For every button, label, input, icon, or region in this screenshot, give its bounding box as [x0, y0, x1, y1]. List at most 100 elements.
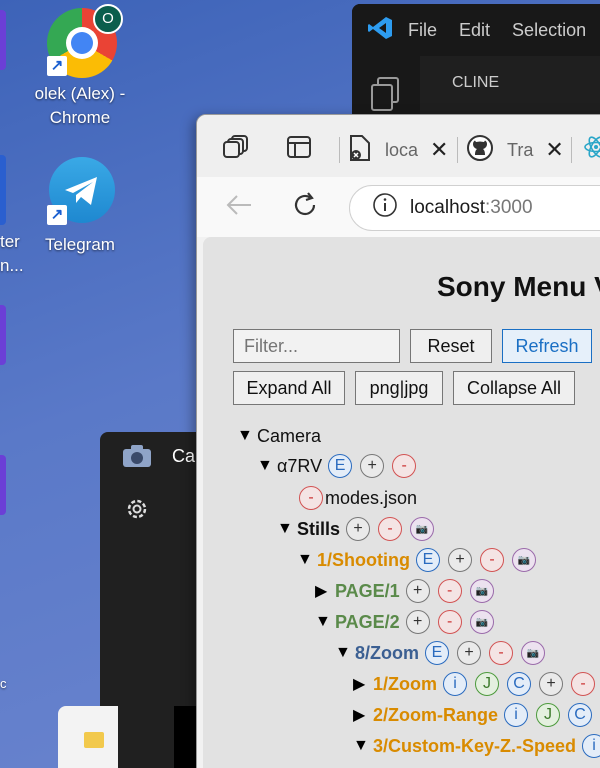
address-input[interactable]: localhost:3000	[349, 185, 600, 231]
edit-badge[interactable]: E	[416, 548, 440, 572]
desktop-icon-label: Telegram	[45, 235, 115, 254]
expanded-triangle-icon[interactable]: ▼	[257, 457, 277, 475]
json-badge[interactable]: J	[536, 703, 561, 727]
camera-icon[interactable]: 📷	[521, 641, 546, 665]
chrome-icon: O ↗	[43, 4, 123, 78]
folder-icon	[84, 732, 104, 748]
remove-button[interactable]: -	[378, 517, 403, 541]
tab-separator	[339, 137, 340, 163]
tree-node-label: 3/Custom-Key-Z.-Speed	[373, 735, 577, 756]
camera-icon[interactable]: 📷	[410, 517, 435, 541]
tree-node-shooting[interactable]: ▼ 1/Shooting E + - 📷	[297, 545, 544, 575]
refresh-icon[interactable]	[291, 191, 319, 224]
workspaces-icon[interactable]	[223, 135, 249, 164]
expanded-triangle-icon[interactable]: ▼	[237, 427, 257, 445]
reset-button[interactable]: Reset	[410, 329, 492, 363]
menu-selection[interactable]: Selection	[512, 20, 586, 41]
remove-button[interactable]: -	[392, 454, 417, 478]
c-badge[interactable]: C	[507, 672, 532, 696]
filter-input[interactable]	[233, 329, 400, 363]
tree-node-label: PAGE/2	[335, 611, 400, 632]
info-badge[interactable]: i	[582, 734, 600, 758]
tree-node-page1[interactable]: ▶ PAGE/1 + - 📷	[315, 576, 502, 606]
collapsed-triangle-icon[interactable]: ▶	[353, 674, 373, 694]
info-badge[interactable]: i	[504, 703, 529, 727]
address-host: localhost	[410, 197, 485, 218]
tab-localhost[interactable]: loca ✕	[349, 129, 448, 171]
add-button[interactable]: +	[360, 454, 385, 478]
add-button[interactable]: +	[457, 641, 482, 665]
edit-badge[interactable]: E	[328, 454, 353, 478]
expanded-triangle-icon[interactable]: ▼	[297, 551, 317, 569]
desktop-app-icon-strip[interactable]	[0, 10, 6, 70]
close-icon[interactable]: ✕	[545, 137, 563, 163]
tree-node-custom-key[interactable]: ▼ 3/Custom-Key-Z.-Speed i	[353, 731, 600, 761]
tab-github[interactable]: Tra ✕	[467, 129, 564, 171]
remove-button[interactable]: -	[571, 672, 596, 696]
camera-icon[interactable]: 📷	[469, 579, 494, 603]
remove-button[interactable]: -	[299, 486, 323, 510]
info-icon[interactable]	[372, 192, 398, 224]
expand-all-button[interactable]: Expand All	[233, 371, 345, 405]
expanded-triangle-icon[interactable]: ▼	[315, 613, 335, 631]
tree-node-page2[interactable]: ▼ PAGE/2 + - 📷	[315, 607, 502, 637]
tree-node-zoom-range[interactable]: ▶ 2/Zoom-Range i J C	[353, 700, 600, 730]
add-button[interactable]: +	[405, 579, 430, 603]
camera-icon[interactable]: 📷	[512, 548, 536, 572]
desktop-icon-chrome[interactable]: O ↗ olek (Alex) - Chrome	[30, 4, 130, 130]
back-arrow-icon[interactable]	[225, 193, 253, 222]
browser-window[interactable]: loca ✕ Tra ✕ localhost:3000 Sony Menu V…	[196, 114, 600, 768]
menu-edit[interactable]: Edit	[459, 20, 490, 41]
expanded-triangle-icon[interactable]: ▼	[277, 520, 297, 538]
react-icon[interactable]	[583, 135, 600, 164]
expanded-triangle-icon[interactable]: ▼	[335, 644, 355, 662]
menu-file[interactable]: File	[408, 20, 437, 41]
tab-title: loca	[385, 139, 419, 160]
tree-node-stills[interactable]: ▼ Stills + - 📷	[277, 514, 442, 544]
tab-actions-icon[interactable]	[287, 135, 311, 164]
desktop-label-fragment: ter	[0, 232, 20, 251]
collapse-all-button[interactable]: Collapse All	[453, 371, 575, 405]
explorer-files-icon[interactable]	[370, 76, 402, 117]
add-button[interactable]: +	[405, 610, 430, 634]
info-badge[interactable]: i	[443, 672, 468, 696]
format-toggle-button[interactable]: png|jpg	[355, 371, 443, 405]
tab-title: Tra	[507, 139, 534, 160]
add-button[interactable]: +	[448, 548, 472, 572]
tree-node-label: Stills	[297, 518, 341, 539]
json-badge[interactable]: J	[475, 672, 500, 696]
collapsed-triangle-icon[interactable]: ▶	[315, 581, 335, 601]
collapsed-triangle-icon[interactable]: ▶	[353, 705, 373, 725]
tab-separator	[571, 137, 572, 163]
tree-node-label: PAGE/1	[335, 580, 400, 601]
tree-node-label: 2/Zoom-Range	[373, 704, 499, 725]
desktop-icon-telegram[interactable]: ↗ Telegram	[30, 155, 130, 257]
desktop-app-icon-strip[interactable]	[0, 155, 6, 225]
refresh-button[interactable]: Refresh	[502, 329, 592, 363]
remove-button[interactable]: -	[437, 610, 462, 634]
tree-node-camera[interactable]: ▼ Camera	[237, 421, 327, 451]
add-button[interactable]: +	[346, 517, 371, 541]
tree-node-label: modes.json	[325, 487, 418, 508]
tree-node-zoom-group[interactable]: ▼ 8/Zoom E + - 📷	[335, 638, 553, 668]
tree-node-model[interactable]: ▼ α7RV E + -	[257, 451, 424, 481]
tree-node-label: 1/Zoom	[373, 673, 438, 694]
gear-icon[interactable]	[124, 496, 150, 527]
remove-button[interactable]: -	[437, 579, 462, 603]
desktop-app-icon-strip[interactable]	[0, 455, 6, 515]
tree-node-modes-file[interactable]: - modes.json	[299, 483, 423, 513]
expanded-triangle-icon[interactable]: ▼	[353, 737, 373, 755]
remove-button[interactable]: -	[489, 641, 514, 665]
address-port: :3000	[485, 197, 533, 218]
remove-button[interactable]: -	[480, 548, 504, 572]
edit-badge[interactable]: E	[425, 641, 450, 665]
desktop-app-icon-strip[interactable]	[0, 305, 6, 365]
camera-icon[interactable]: 📷	[469, 610, 494, 634]
close-icon[interactable]: ✕	[430, 137, 448, 163]
add-button[interactable]: +	[539, 672, 564, 696]
c-badge[interactable]: C	[568, 703, 593, 727]
desktop-label-fragment: n...	[0, 256, 24, 275]
tree-node-label: α7RV	[277, 455, 323, 476]
tree-node-zoom[interactable]: ▶ 1/Zoom i J C + -	[353, 669, 600, 699]
vscode-window[interactable]: File Edit Selection CLINE	[352, 4, 600, 124]
